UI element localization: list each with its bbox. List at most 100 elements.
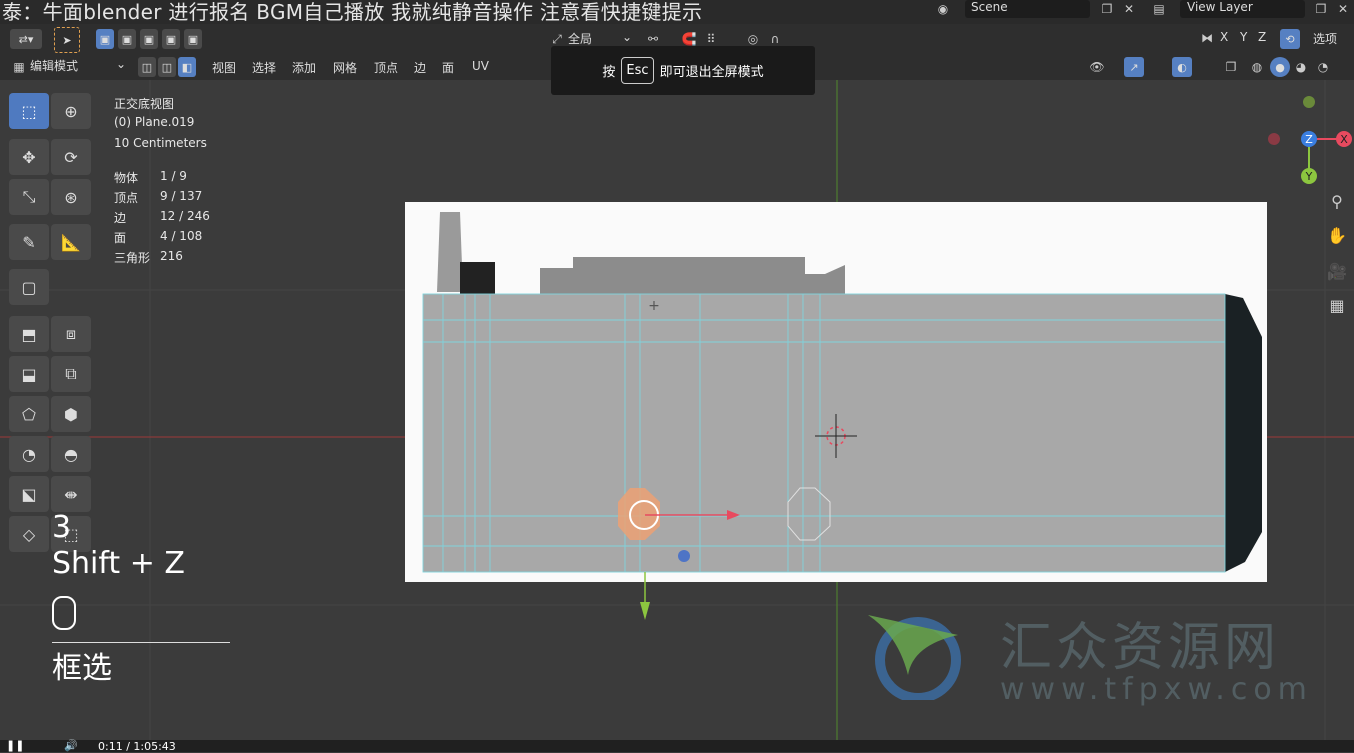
add-cube-tool[interactable]: ▢	[9, 269, 49, 305]
editor-type-icon[interactable]: ⇄▾	[10, 29, 42, 49]
rotate-icon: ⟳	[64, 147, 78, 167]
shear-icon: ◇	[22, 524, 36, 544]
esc-key: Esc	[621, 57, 654, 84]
move-icon: ✥	[22, 147, 36, 167]
ortho-grid-icon[interactable]: ▦	[1328, 296, 1346, 315]
extrude-icon: ⬒	[21, 324, 37, 344]
view-layer-icon[interactable]: ▤	[1150, 0, 1168, 18]
inset-icon: ⧈	[65, 324, 77, 343]
scene-icon[interactable]: ◉	[934, 0, 952, 18]
bevel-tool[interactable]: ⬓	[9, 356, 49, 392]
volume-icon[interactable]: 🔊	[64, 739, 78, 752]
key-number: 3	[52, 510, 72, 545]
shrink-fatten-icon: ⇼	[64, 484, 78, 504]
scale-tool[interactable]: ⤡	[9, 179, 49, 215]
menu-edge[interactable]: 边	[414, 59, 426, 76]
bracket-shape	[437, 212, 463, 292]
overlay-toggle-icon[interactable]: ◐	[1172, 57, 1192, 77]
select-extend-icon[interactable]: ▣	[118, 29, 136, 49]
mesh-overlay[interactable]: +	[405, 202, 1267, 622]
stat-value: 216	[160, 249, 183, 263]
shrink-fatten-tool[interactable]: ⇼	[51, 476, 91, 512]
y-axis-label: Y	[1305, 170, 1313, 183]
player-control-bar[interactable]	[0, 740, 1354, 752]
spin-icon: ◔	[22, 444, 36, 464]
axis-y-toggle[interactable]: Y	[1240, 30, 1247, 44]
smooth-icon: ◓	[64, 444, 78, 464]
move-tool[interactable]: ✥	[9, 139, 49, 175]
select-tool-icon[interactable]: ➤	[54, 27, 80, 53]
wireframe-shading-icon[interactable]: ◍	[1248, 58, 1266, 76]
scene-label: Scene	[971, 0, 1008, 14]
measure-icon: 📐	[61, 232, 81, 252]
transform-tool[interactable]: ⊛	[51, 179, 91, 215]
menu-add[interactable]: 添加	[292, 59, 316, 76]
pause-icon[interactable]: ❚❚	[6, 739, 24, 752]
close-scene-icon[interactable]: ✕	[1120, 0, 1138, 18]
menu-view[interactable]: 视图	[212, 59, 236, 76]
face-select-icon[interactable]: ◧	[178, 57, 196, 77]
auto-merge-icon[interactable]: ⟲	[1280, 29, 1300, 49]
transform-orientation-value: 全局	[568, 32, 593, 46]
camera-icon[interactable]: 🎥	[1327, 262, 1347, 281]
tooltip-prefix: 按	[602, 65, 616, 80]
select-invert-icon[interactable]: ▣	[162, 29, 180, 49]
menu-mesh[interactable]: 网格	[333, 59, 357, 76]
watermark-text: 汇众资源网	[1000, 618, 1281, 678]
stat-value: 4 / 108	[160, 229, 203, 243]
key-action: 框选	[52, 651, 112, 686]
gizmo-toggle-icon[interactable]: ↗	[1124, 57, 1144, 77]
material-shading-icon[interactable]: ◕	[1292, 58, 1310, 76]
inset-tool[interactable]: ⧈	[51, 316, 91, 352]
mode-dropdown[interactable]: 编辑模式 ⌄	[30, 57, 128, 77]
mouse-icon	[52, 596, 76, 630]
menu-uv[interactable]: UV	[472, 59, 489, 73]
select-subtract-icon[interactable]: ▣	[140, 29, 158, 49]
solid-shading-icon[interactable]: ●	[1270, 57, 1290, 77]
neg-y-axis-dot[interactable]	[1303, 96, 1315, 108]
rotate-tool[interactable]: ⟳	[51, 139, 91, 175]
menu-select[interactable]: 选择	[252, 59, 276, 76]
annotate-tool[interactable]: ✎	[9, 224, 49, 260]
cursor-icon: ⊕	[64, 101, 78, 121]
stat-value: 9 / 137	[160, 189, 203, 203]
select-intersect-icon[interactable]: ▣	[184, 29, 202, 49]
poly-build-tool[interactable]: ⬢	[51, 396, 91, 432]
select-new-icon[interactable]: ▣	[96, 29, 114, 49]
close-layer-icon[interactable]: ✕	[1334, 0, 1352, 18]
menu-vertex[interactable]: 顶点	[374, 59, 398, 76]
vertex-marker	[678, 550, 690, 562]
rendered-shading-icon[interactable]: ◔	[1314, 58, 1332, 76]
options-menu[interactable]: 选项	[1313, 30, 1337, 47]
copy-scene-icon[interactable]: ❐	[1098, 0, 1116, 18]
loop-cut-tool[interactable]: ⧉	[51, 356, 91, 392]
shear-tool[interactable]: ◇	[9, 516, 49, 552]
menu-face[interactable]: 面	[442, 59, 454, 76]
visibility-icon[interactable]: 👁	[1088, 58, 1106, 76]
extrude-tool[interactable]: ⬒	[9, 316, 49, 352]
mirror-icon[interactable]: ⧓	[1198, 29, 1216, 47]
vertex-select-icon[interactable]: ◫	[138, 57, 156, 77]
smooth-tool[interactable]: ◓	[51, 436, 91, 472]
y-arrow-head[interactable]	[640, 602, 650, 620]
knife-tool[interactable]: ⬠	[9, 396, 49, 432]
copy-layer-icon[interactable]: ❐	[1312, 0, 1330, 18]
xray-icon[interactable]: ❐	[1222, 58, 1240, 76]
pan-hand-icon[interactable]: ✋	[1327, 226, 1347, 245]
spin-tool[interactable]: ◔	[9, 436, 49, 472]
add-cube-icon: ▢	[21, 277, 37, 297]
measure-tool[interactable]: 📐	[51, 224, 91, 260]
stat-label: 三角形	[114, 251, 151, 265]
zoom-icon[interactable]: ⚲	[1328, 192, 1346, 211]
mode-value: 编辑模式	[30, 59, 79, 73]
neg-x-axis-dot[interactable]	[1268, 133, 1280, 145]
select-box-tool[interactable]: ⬚	[9, 93, 49, 129]
axis-z-toggle[interactable]: Z	[1258, 30, 1266, 44]
cursor-tool[interactable]: ⊕	[51, 93, 91, 129]
z-axis-label: Z	[1305, 133, 1313, 146]
axis-x-toggle[interactable]: X	[1220, 30, 1228, 44]
chevron-down-icon: ⌄	[115, 57, 126, 71]
navigation-gizmo[interactable]: X Z Y	[1262, 92, 1354, 192]
edge-slide-tool[interactable]: ⬕	[9, 476, 49, 512]
edge-select-icon[interactable]: ◫	[158, 57, 176, 77]
